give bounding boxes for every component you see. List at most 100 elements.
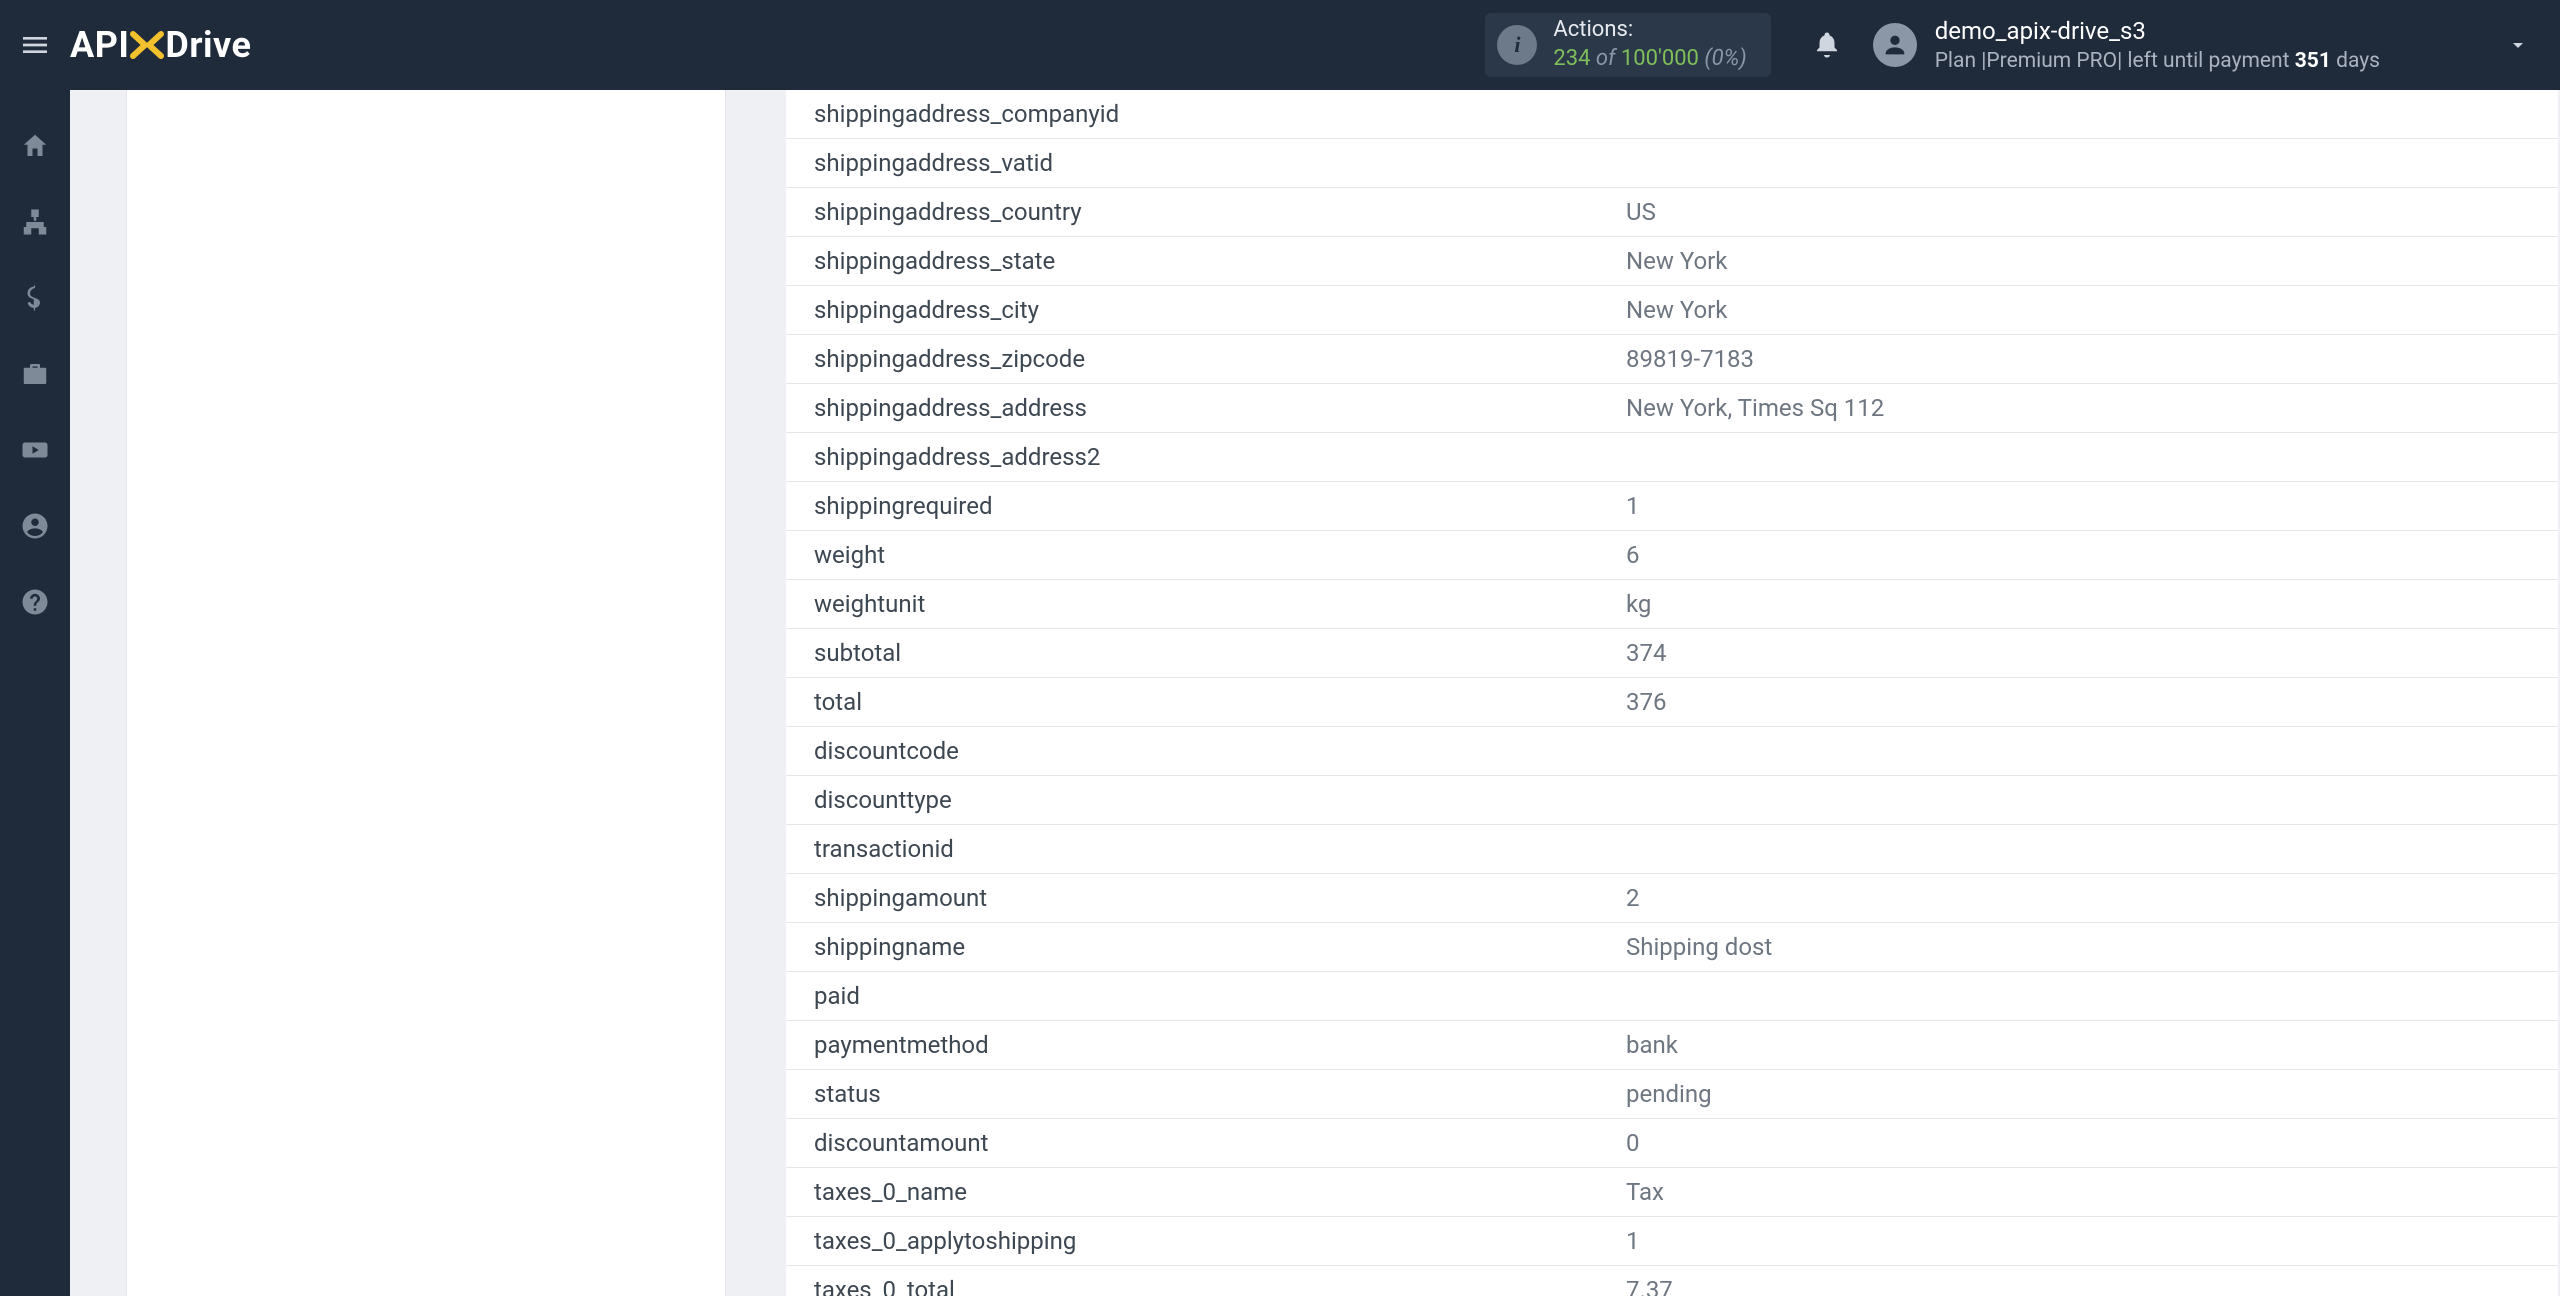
field-value: kg — [1626, 580, 2558, 629]
account-subtitle: Plan |Premium PRO| left until payment 35… — [1935, 47, 2380, 75]
field-key: shippingaddress_city — [786, 286, 1626, 335]
help-icon — [20, 587, 50, 617]
dollar-icon — [20, 283, 50, 313]
field-key: shippingaddress_companyid — [786, 90, 1626, 139]
field-key: shippingaddress_address — [786, 384, 1626, 433]
field-value — [1626, 972, 2558, 1021]
nav-marketplace[interactable] — [15, 354, 55, 394]
table-row: paymentmethodbank — [786, 1021, 2558, 1070]
hamburger-icon — [19, 29, 51, 61]
field-value: bank — [1626, 1021, 2558, 1070]
info-icon: i — [1497, 25, 1537, 65]
nav-help[interactable] — [15, 582, 55, 622]
table-row: shippingnameShipping dost — [786, 923, 2558, 972]
actions-label: Actions: — [1553, 16, 1746, 45]
field-value — [1626, 727, 2558, 776]
field-key: paid — [786, 972, 1626, 1021]
table-row: shippingaddress_stateNew York — [786, 237, 2558, 286]
sitemap-icon — [20, 207, 50, 237]
logo-text-drive: Drive — [165, 24, 251, 66]
table-row: transactionid — [786, 825, 2558, 874]
table-row: shippingaddress_zipcode89819-7183 — [786, 335, 2558, 384]
table-row: discounttype — [786, 776, 2558, 825]
left-sidebar — [0, 90, 70, 1296]
table-row: discountamount0 — [786, 1119, 2558, 1168]
user-icon — [1881, 31, 1909, 59]
field-value — [1626, 90, 2558, 139]
field-value: 0 — [1626, 1119, 2558, 1168]
notifications-button[interactable] — [1799, 30, 1855, 60]
briefcase-icon — [20, 359, 50, 389]
table-row: total376 — [786, 678, 2558, 727]
field-key: discounttype — [786, 776, 1626, 825]
field-key: total — [786, 678, 1626, 727]
table-row: shippingaddress_countryUS — [786, 188, 2558, 237]
field-key: shippingamount — [786, 874, 1626, 923]
table-row: shippingaddress_addressNew York, Times S… — [786, 384, 2558, 433]
main-panel: shippingaddress_companyidshippingaddress… — [786, 90, 2558, 1296]
left-panel — [126, 90, 726, 1296]
field-value: 374 — [1626, 629, 2558, 678]
home-icon — [20, 131, 50, 161]
table-row: shippingaddress_cityNew York — [786, 286, 2558, 335]
table-row: statuspending — [786, 1070, 2558, 1119]
field-key: discountamount — [786, 1119, 1626, 1168]
table-row: taxes_0_applytoshipping1 — [786, 1217, 2558, 1266]
field-key: discountcode — [786, 727, 1626, 776]
avatar[interactable] — [1873, 23, 1917, 67]
logo[interactable]: API Drive — [70, 24, 251, 66]
field-key: shippingaddress_vatid — [786, 139, 1626, 188]
nav-profile[interactable] — [15, 506, 55, 546]
table-row: shippingamount2 — [786, 874, 2558, 923]
field-value: 2 — [1626, 874, 2558, 923]
field-value: 1 — [1626, 482, 2558, 531]
field-key: transactionid — [786, 825, 1626, 874]
content-area: shippingaddress_companyidshippingaddress… — [70, 90, 2560, 1296]
account-name: demo_apix-drive_s3 — [1935, 15, 2380, 47]
field-key: weight — [786, 531, 1626, 580]
field-value: New York — [1626, 286, 2558, 335]
actions-value: 234 of 100'000 (0%) — [1553, 45, 1746, 74]
table-row: weightunitkg — [786, 580, 2558, 629]
nav-video[interactable] — [15, 430, 55, 470]
actions-counter[interactable]: i Actions: 234 of 100'000 (0%) — [1485, 13, 1770, 77]
field-value: New York, Times Sq 112 — [1626, 384, 2558, 433]
nav-home[interactable] — [15, 126, 55, 166]
table-row: shippingaddress_vatid — [786, 139, 2558, 188]
field-value: US — [1626, 188, 2558, 237]
field-key: weightunit — [786, 580, 1626, 629]
field-value: 7.37 — [1626, 1266, 2558, 1296]
field-key: taxes_0_applytoshipping — [786, 1217, 1626, 1266]
field-value: pending — [1626, 1070, 2558, 1119]
field-value: 6 — [1626, 531, 2558, 580]
field-value: New York — [1626, 237, 2558, 286]
field-key: shippingaddress_country — [786, 188, 1626, 237]
logo-x-icon — [127, 25, 167, 65]
table-row: paid — [786, 972, 2558, 1021]
field-key: shippingaddress_address2 — [786, 433, 1626, 482]
field-key: paymentmethod — [786, 1021, 1626, 1070]
table-row: shippingaddress_address2 — [786, 433, 2558, 482]
field-key: shippingname — [786, 923, 1626, 972]
table-row: taxes_0_total7.37 — [786, 1266, 2558, 1296]
field-value: 89819-7183 — [1626, 335, 2558, 384]
chevron-down-icon — [2506, 33, 2530, 57]
field-value — [1626, 776, 2558, 825]
field-key: taxes_0_total — [786, 1266, 1626, 1296]
hamburger-menu-button[interactable] — [0, 0, 70, 90]
bell-icon — [1812, 30, 1842, 60]
logo-text-api: API — [70, 24, 129, 66]
field-key: status — [786, 1070, 1626, 1119]
field-value — [1626, 139, 2558, 188]
nav-billing[interactable] — [15, 278, 55, 318]
user-circle-icon — [20, 511, 50, 541]
data-table: shippingaddress_companyidshippingaddress… — [786, 90, 2558, 1296]
account-info[interactable]: demo_apix-drive_s3 Plan |Premium PRO| le… — [1935, 15, 2380, 76]
youtube-icon — [20, 435, 50, 465]
table-row: subtotal374 — [786, 629, 2558, 678]
account-dropdown-toggle[interactable] — [2500, 27, 2536, 63]
nav-connections[interactable] — [15, 202, 55, 242]
field-key: shippingaddress_state — [786, 237, 1626, 286]
field-key: subtotal — [786, 629, 1626, 678]
field-value: Tax — [1626, 1168, 2558, 1217]
